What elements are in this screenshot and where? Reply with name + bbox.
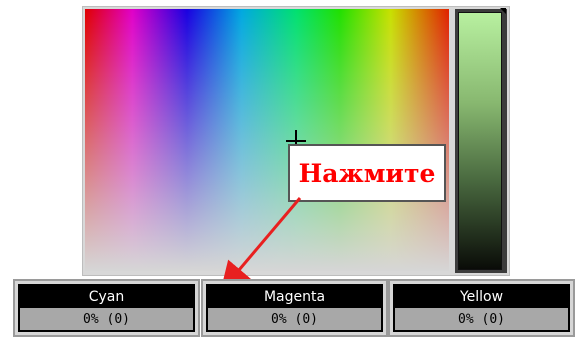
channel-value: 0% (0) <box>208 308 381 330</box>
channel-name: Yellow <box>395 286 568 308</box>
callout-label: Нажмите <box>288 144 446 202</box>
channel-magenta[interactable]: Magenta 0% (0) <box>201 279 388 337</box>
channel-cyan[interactable]: Cyan 0% (0) <box>13 279 200 337</box>
channel-value: 0% (0) <box>395 308 568 330</box>
color-spectrum-field[interactable] <box>85 9 449 271</box>
channel-name: Magenta <box>208 286 381 308</box>
channel-name: Cyan <box>20 286 193 308</box>
channel-yellow[interactable]: Yellow 0% (0) <box>388 279 575 337</box>
luminance-marker-icon[interactable] <box>500 8 506 14</box>
luminance-slider[interactable] <box>458 12 502 270</box>
channel-value: 0% (0) <box>20 308 193 330</box>
